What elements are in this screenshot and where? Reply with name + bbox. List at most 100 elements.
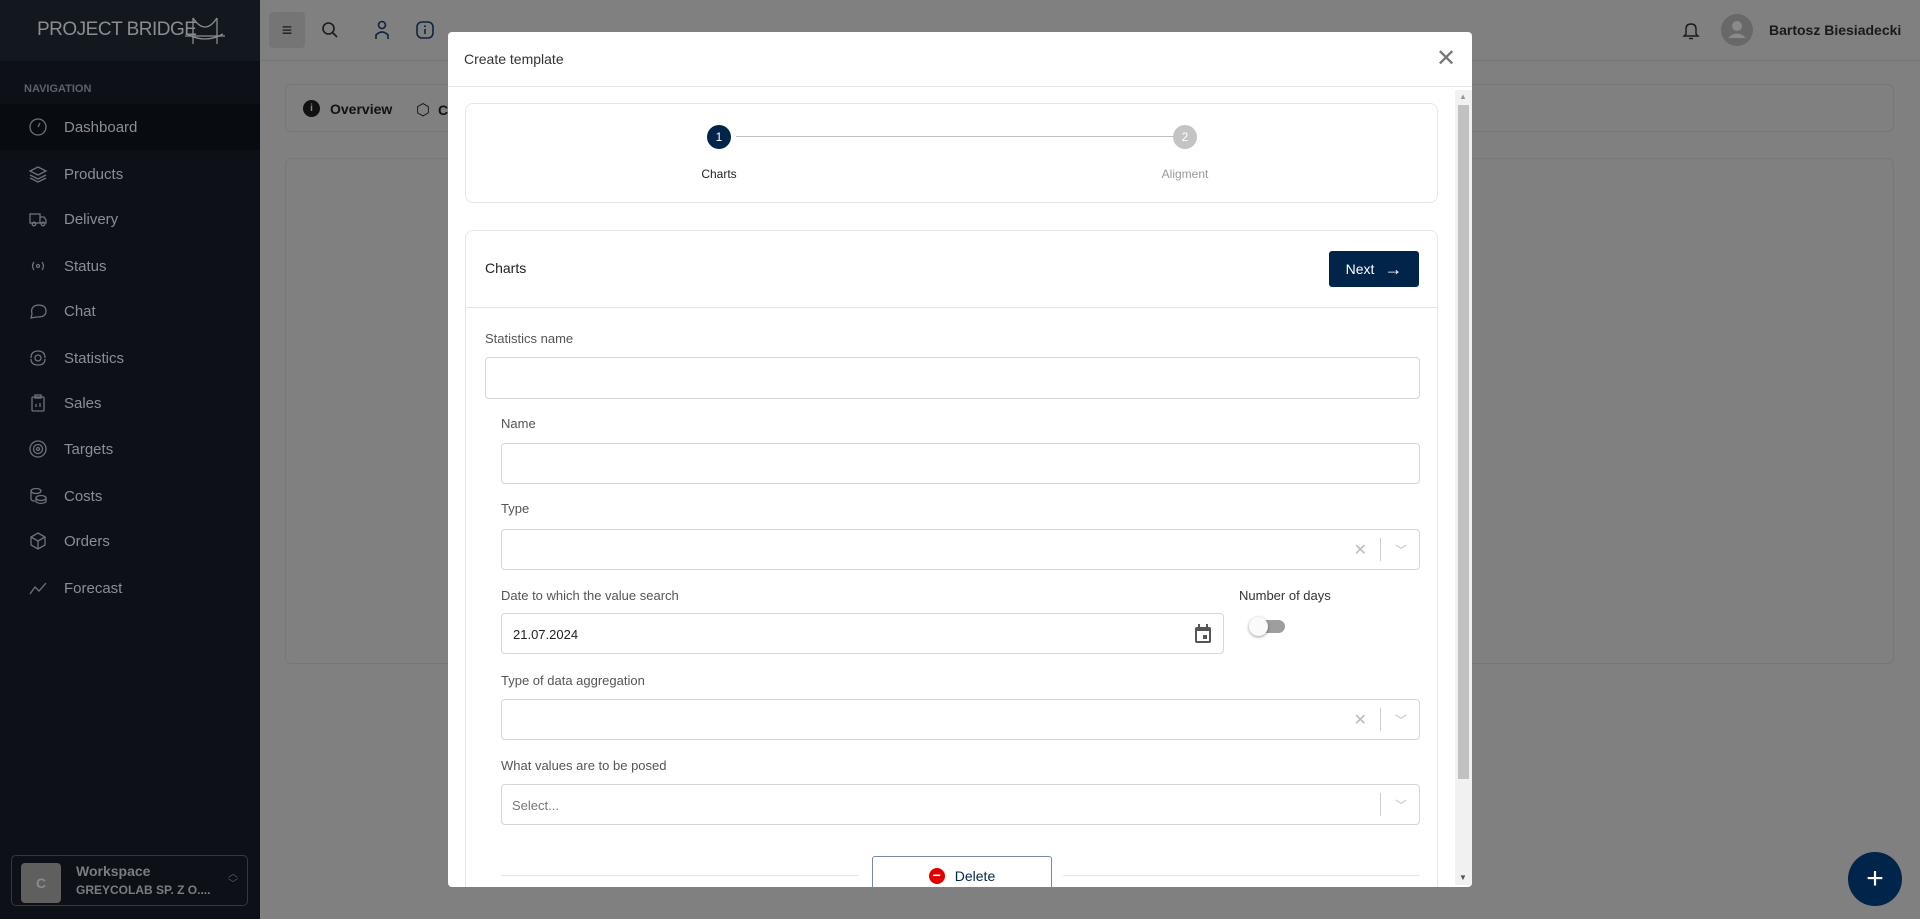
chevron-down-icon[interactable]: ﹀	[1395, 711, 1407, 728]
type-label: Type	[501, 501, 530, 516]
notifications-button[interactable]	[1673, 12, 1709, 48]
sidebar-item-label: Targets	[64, 440, 114, 458]
workspace-company: GREYCOLAB SP. Z O....	[76, 883, 211, 897]
sidebar-item-products[interactable]: Products	[0, 151, 260, 197]
bell-icon	[1682, 23, 1700, 40]
next-label: Next	[1345, 261, 1375, 277]
menu-collapse-button[interactable]: ≡	[269, 12, 305, 48]
chevron-down-icon[interactable]: ﹀	[1395, 796, 1407, 813]
divider	[466, 307, 1437, 308]
tab-label: C	[437, 102, 449, 118]
info-button[interactable]	[407, 12, 443, 48]
sidebar-item-label: Costs	[64, 487, 103, 505]
scrollbar-thumb[interactable]	[1458, 105, 1469, 779]
chevron-down-icon[interactable]: ﹀	[1395, 541, 1407, 558]
minus-circle-icon: −	[928, 868, 945, 884]
tab-second[interactable]: ⬡ C	[416, 100, 448, 120]
date-label: Date to which the value search	[501, 588, 679, 603]
user-button[interactable]	[364, 12, 400, 48]
eye-cycle-icon	[30, 350, 46, 366]
calendar-icon[interactable]	[1194, 624, 1212, 644]
workspace-title: Workspace	[76, 863, 151, 879]
chat-icon	[30, 304, 47, 319]
step-1[interactable]: 1	[707, 125, 731, 149]
delete-button[interactable]: − Delete	[872, 856, 1052, 887]
close-button[interactable]: ✕	[1434, 44, 1458, 73]
bridge-logo-icon	[185, 17, 225, 44]
divider	[1063, 875, 1420, 876]
sidebar-item-status[interactable]: Status	[0, 243, 260, 289]
sidebar-item-costs[interactable]: Costs	[0, 473, 260, 519]
clear-icon[interactable]: ✕	[1354, 540, 1367, 560]
sidebar-item-sales[interactable]: Sales	[0, 380, 260, 426]
tab-overview[interactable]: i Overview	[303, 100, 392, 117]
modal-title: Create template	[464, 51, 564, 67]
close-icon: ✕	[1435, 45, 1457, 72]
search-icon	[322, 22, 338, 38]
aggregation-select[interactable]: ✕ ﹀	[501, 699, 1420, 740]
section-title: Charts	[485, 260, 527, 276]
sidebar-item-delivery[interactable]: Delivery	[0, 196, 260, 242]
box-icon: ⬡	[416, 102, 430, 119]
stepper: 1 Charts 2 Aligment	[465, 103, 1438, 203]
aggregation-label: Type of data aggregation	[501, 673, 645, 688]
logo-area: PROJECT BRIDGE	[0, 0, 260, 61]
date-value: 21.07.2024	[513, 627, 579, 642]
gauge-icon	[29, 118, 47, 136]
sidebar-item-label: Statistics	[64, 349, 125, 367]
charts-section: Charts Next → Statistics name Name Type ✕…	[465, 230, 1438, 887]
sidebar-item-targets[interactable]: Targets	[0, 426, 260, 472]
next-button[interactable]: Next →	[1329, 251, 1419, 287]
truck-icon	[29, 213, 47, 227]
arrow-right-icon: →	[1384, 258, 1403, 279]
sidebar-item-dashboard[interactable]: Dashboard	[0, 104, 260, 150]
date-input[interactable]: 21.07.2024	[501, 613, 1224, 654]
info-icon: i	[303, 100, 320, 117]
divider	[501, 875, 858, 876]
broadcast-icon	[31, 261, 45, 271]
create-template-modal: Create template ✕ 1 Charts 2 Aligment Ch…	[448, 32, 1472, 887]
plus-icon: +	[1866, 862, 1884, 895]
sidebar-item-label: Sales	[64, 394, 102, 412]
name-input[interactable]	[501, 443, 1420, 484]
layers-icon	[28, 166, 48, 183]
add-fab-button[interactable]: +	[1848, 852, 1902, 906]
number-of-days-toggle[interactable]	[1249, 617, 1285, 636]
delete-label: Delete	[954, 868, 996, 884]
separator	[1380, 708, 1381, 731]
statistics-name-input[interactable]	[485, 357, 1420, 399]
separator	[1380, 538, 1381, 561]
workspace-avatar: C	[21, 863, 61, 903]
name-label: Name	[501, 416, 536, 431]
divider	[448, 86, 1472, 87]
trend-icon	[29, 582, 47, 595]
user-icon	[375, 20, 389, 39]
separator	[1380, 793, 1381, 816]
logo[interactable]: PROJECT BRIDGE	[37, 19, 197, 41]
search-button[interactable]	[312, 12, 348, 48]
chevron-updown-icon: ︿ ﹀	[228, 869, 238, 890]
number-of-days-label: Number of days	[1239, 588, 1331, 603]
step-2[interactable]: 2	[1173, 125, 1197, 149]
info-icon	[416, 21, 434, 39]
avatar[interactable]	[1721, 14, 1753, 46]
menu-collapse-icon: ≡	[281, 19, 293, 40]
sidebar-item-chat[interactable]: Chat	[0, 288, 260, 334]
clipboard-icon	[31, 394, 45, 412]
clear-icon[interactable]: ✕	[1354, 710, 1367, 730]
tab-label: Overview	[330, 100, 393, 117]
sidebar-item-orders[interactable]: Orders	[0, 518, 260, 564]
sidebar-item-label: Status	[64, 257, 107, 275]
user-name[interactable]: Bartosz Biesiadecki	[1769, 22, 1901, 38]
values-label: What values are to be posed	[501, 758, 667, 773]
values-select[interactable]: Select... ﹀	[501, 784, 1420, 825]
type-select[interactable]: ✕ ﹀	[501, 529, 1420, 570]
workspace-switcher[interactable]: C Workspace GREYCOLAB SP. Z O.... ︿ ﹀	[11, 855, 248, 906]
sidebar-item-label: Orders	[64, 532, 110, 550]
modal-scrollbar[interactable]: ▲ ▼	[1455, 90, 1472, 885]
sidebar-item-statistics[interactable]: Statistics	[0, 335, 260, 381]
sidebar-item-label: Delivery	[64, 210, 119, 228]
sidebar-item-forecast[interactable]: Forecast	[0, 565, 260, 611]
sidebar-item-label: Dashboard	[64, 118, 138, 136]
step-connector	[736, 136, 1181, 137]
